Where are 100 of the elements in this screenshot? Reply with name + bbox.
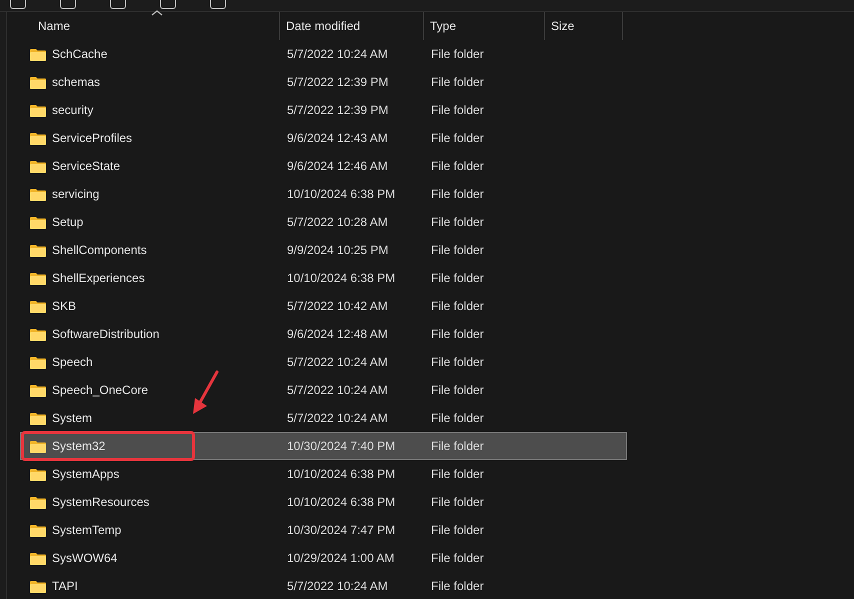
toolbar-icon[interactable] (10, 0, 26, 9)
folder-icon (30, 132, 46, 144)
folder-icon (30, 216, 46, 228)
folder-icon (30, 244, 46, 256)
type-cell-text: File folder (430, 382, 485, 399)
date-cell-text: 5/7/2022 10:24 AM (286, 354, 389, 371)
type-cell-text: File folder (430, 158, 485, 175)
file-row[interactable]: ServiceState 9/6/2024 12:46 AM File folder (20, 152, 627, 180)
type-cell-text: File folder (430, 438, 485, 455)
folder-name: security (52, 103, 94, 117)
folder-name: TAPI (52, 579, 78, 593)
date-cell-text: 10/10/2024 6:38 PM (286, 494, 396, 511)
type-cell-text: File folder (430, 522, 485, 539)
type-cell-text: File folder (430, 214, 485, 231)
file-row[interactable]: SystemApps 10/10/2024 6:38 PM File folder (20, 460, 627, 488)
file-row[interactable]: System 5/7/2022 10:24 AM File folder (20, 404, 627, 432)
date-cell-text: 10/30/2024 7:47 PM (286, 522, 396, 539)
folder-name: ServiceProfiles (52, 131, 132, 145)
folder-icon (30, 468, 46, 480)
date-cell-text: 5/7/2022 10:24 AM (286, 578, 389, 595)
folder-name: SKB (52, 299, 76, 313)
file-row[interactable]: SoftwareDistribution 9/6/2024 12:48 AM File folder (20, 320, 627, 348)
date-cell-text: 5/7/2022 10:24 AM (286, 382, 389, 399)
folder-icon (30, 356, 46, 368)
folder-name: schemas (52, 75, 100, 89)
toolbar-icon[interactable] (210, 0, 226, 9)
folder-name: ShellComponents (52, 243, 147, 257)
column-header[interactable]: Type (424, 12, 545, 40)
file-row[interactable]: SKB 5/7/2022 10:42 AM File folder (20, 292, 627, 320)
date-cell-text: 9/6/2024 12:46 AM (286, 158, 389, 175)
toolbar-icon[interactable] (60, 0, 76, 9)
folder-name: System32 (52, 439, 106, 453)
folder-icon (30, 440, 46, 452)
folder-icon (30, 188, 46, 200)
file-row[interactable]: SystemResources 10/10/2024 6:38 PM File folder (20, 488, 627, 516)
file-row[interactable]: System32 10/30/2024 7:40 PM File folder (20, 432, 627, 460)
folder-name: ServiceState (52, 159, 120, 173)
folder-name: SystemResources (52, 495, 150, 509)
folder-name: System (52, 411, 92, 425)
type-cell-text: File folder (430, 578, 485, 595)
folder-icon (30, 384, 46, 396)
folder-name: SystemApps (52, 467, 120, 481)
toolbar-icon[interactable] (110, 0, 126, 9)
type-cell-text: File folder (430, 550, 485, 567)
type-cell-text: File folder (430, 242, 485, 259)
annotation-arrow (193, 370, 218, 414)
type-cell-text: File folder (430, 74, 485, 91)
type-cell-text: File folder (430, 354, 485, 371)
file-row[interactable]: security 5/7/2022 12:39 PM File folder (20, 96, 627, 124)
type-cell-text: File folder (430, 102, 485, 119)
type-cell-text: File folder (430, 46, 485, 63)
file-row[interactable]: servicing 10/10/2024 6:38 PM File folder (20, 180, 627, 208)
folder-icon (30, 580, 46, 592)
date-cell-text: 5/7/2022 12:39 PM (286, 102, 390, 119)
folder-icon (30, 160, 46, 172)
date-cell-text: 9/9/2024 10:25 PM (286, 242, 390, 259)
date-cell-text: 5/7/2022 10:28 AM (286, 214, 389, 231)
file-row[interactable]: Setup 5/7/2022 10:28 AM File folder (20, 208, 627, 236)
folder-icon (30, 328, 46, 340)
type-cell-text: File folder (430, 326, 485, 343)
folder-name: servicing (52, 187, 100, 201)
date-cell-text: 10/10/2024 6:38 PM (286, 466, 396, 483)
file-row[interactable]: TAPI 5/7/2022 10:24 AM File folder (20, 572, 627, 599)
file-row[interactable]: schemas 5/7/2022 12:39 PM File folder (20, 68, 627, 96)
folder-name: Speech (52, 355, 93, 369)
column-header[interactable]: Date modified (280, 12, 424, 40)
folder-name: ShellExperiences (52, 271, 145, 285)
file-row[interactable]: Speech_OneCore 5/7/2022 10:24 AM File folder (20, 376, 627, 404)
folder-name: SystemTemp (52, 523, 122, 537)
file-row[interactable]: Speech 5/7/2022 10:24 AM File folder (20, 348, 627, 376)
date-cell-text: 10/10/2024 6:38 PM (286, 270, 396, 287)
folder-icon (30, 76, 46, 88)
folder-name: SysWOW64 (52, 551, 118, 565)
type-cell-text: File folder (430, 410, 485, 427)
type-cell-text: File folder (430, 494, 485, 511)
folder-icon (30, 272, 46, 284)
date-cell-text: 9/6/2024 12:43 AM (286, 130, 389, 147)
date-cell-text: 10/29/2024 1:00 AM (286, 550, 396, 567)
folder-icon (30, 552, 46, 564)
folder-icon (30, 300, 46, 312)
folder-icon (30, 412, 46, 424)
folder-name: Setup (52, 215, 84, 229)
folder-icon (30, 496, 46, 508)
date-cell-text: 9/6/2024 12:48 AM (286, 326, 389, 343)
type-cell-text: File folder (430, 186, 485, 203)
date-cell-text: 5/7/2022 12:39 PM (286, 74, 390, 91)
file-row[interactable]: ShellExperiences 10/10/2024 6:38 PM File folder (20, 264, 627, 292)
folder-icon (30, 48, 46, 60)
column-header[interactable]: Size (545, 12, 623, 40)
file-row[interactable]: SchCache 5/7/2022 10:24 AM File folder (20, 40, 627, 68)
folder-icon (30, 524, 46, 536)
file-row[interactable]: ServiceProfiles 9/6/2024 12:43 AM File folder (20, 124, 627, 152)
date-cell-text: 5/7/2022 10:42 AM (286, 298, 389, 315)
file-row[interactable]: ShellComponents 9/9/2024 10:25 PM File folder (20, 236, 627, 264)
column-header[interactable]: Name (20, 12, 280, 40)
file-row[interactable]: SysWOW64 10/29/2024 1:00 AM File folder (20, 544, 627, 572)
type-cell-text: File folder (430, 466, 485, 483)
file-row[interactable]: SystemTemp 10/30/2024 7:47 PM File folder (20, 516, 627, 544)
folder-name: SoftwareDistribution (52, 327, 160, 341)
toolbar-icon[interactable] (160, 0, 176, 9)
